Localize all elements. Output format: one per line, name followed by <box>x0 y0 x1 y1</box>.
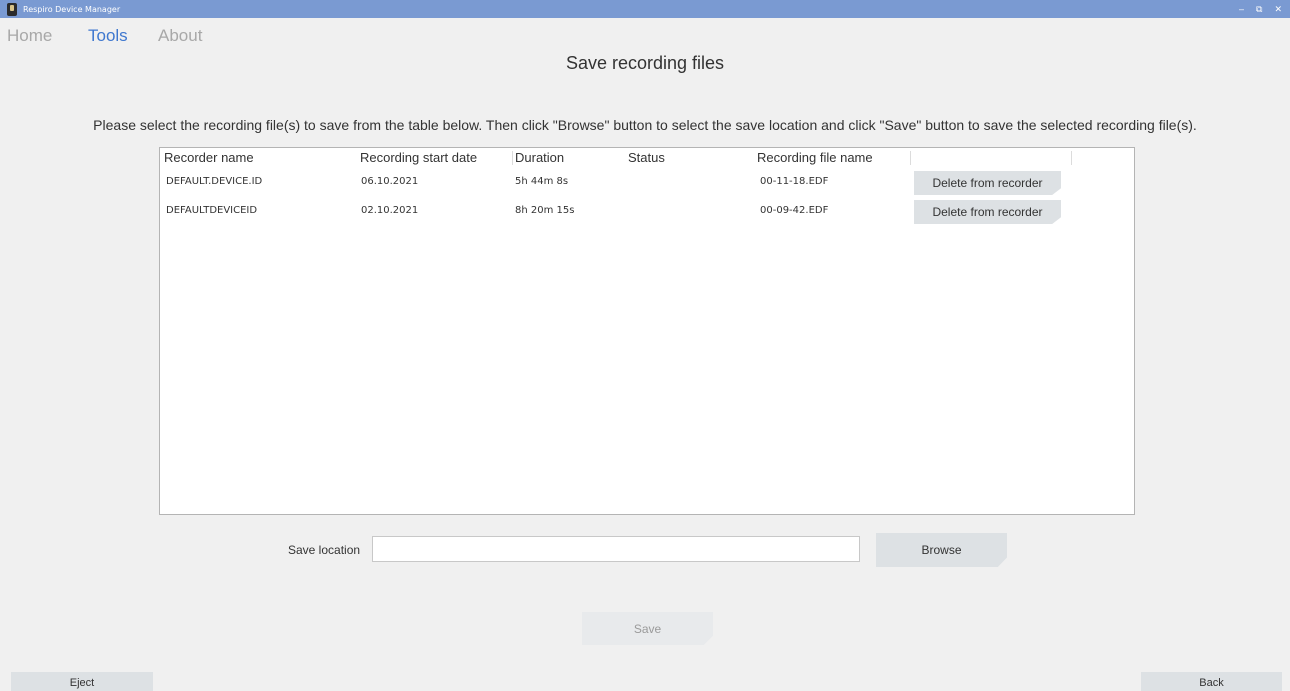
cell-file-name: 00-11-18.EDF <box>760 176 829 187</box>
table-row[interactable]: DEFAULTDEVICEID 02.10.2021 8h 20m 15s 00… <box>160 199 1134 225</box>
minimize-icon[interactable]: – <box>1239 0 1244 18</box>
delete-from-recorder-button[interactable]: Delete from recorder <box>914 171 1061 195</box>
header-recorder-name[interactable]: Recorder name <box>164 150 254 165</box>
header-file-name[interactable]: Recording file name <box>757 150 873 165</box>
restore-icon[interactable]: ⧉ <box>1256 0 1262 18</box>
menu-item-about[interactable]: About <box>158 26 202 46</box>
instructions-text: Please select the recording file(s) to s… <box>93 117 1197 133</box>
table-header: Recorder name Recording start date Durat… <box>160 148 1134 168</box>
save-location-input[interactable] <box>372 536 860 562</box>
eject-button[interactable]: Eject <box>11 672 153 691</box>
header-start-date[interactable]: Recording start date <box>360 150 477 165</box>
cell-file-name: 00-09-42.EDF <box>760 205 829 216</box>
column-separator[interactable] <box>512 151 513 165</box>
cell-start-date: 06.10.2021 <box>361 176 419 187</box>
page-title: Save recording files <box>565 53 725 73</box>
window-controls: – ⧉ ✕ <box>1239 0 1282 18</box>
header-status[interactable]: Status <box>628 150 665 165</box>
cell-duration: 5h 44m 8s <box>515 176 569 187</box>
recordings-table: Recorder name Recording start date Durat… <box>159 147 1135 515</box>
cell-recorder-name: DEFAULTDEVICEID <box>166 205 258 216</box>
menu-item-tools[interactable]: Tools <box>88 26 128 46</box>
column-separator[interactable] <box>1071 151 1072 165</box>
cell-start-date: 02.10.2021 <box>361 205 419 216</box>
back-button[interactable]: Back <box>1141 672 1282 691</box>
app-icon <box>7 2 17 16</box>
column-separator[interactable] <box>910 151 911 165</box>
table-row[interactable]: DEFAULT.DEVICE.ID 06.10.2021 5h 44m 8s 0… <box>160 170 1134 196</box>
cell-duration: 8h 20m 15s <box>515 205 575 216</box>
close-icon[interactable]: ✕ <box>1274 0 1282 18</box>
header-duration[interactable]: Duration <box>515 150 564 165</box>
save-button[interactable]: Save <box>582 612 713 645</box>
title-bar: Respiro Device Manager – ⧉ ✕ <box>0 0 1290 18</box>
menu-item-home[interactable]: Home <box>7 26 52 46</box>
save-location-label: Save location <box>288 543 361 557</box>
delete-from-recorder-button[interactable]: Delete from recorder <box>914 200 1061 224</box>
cell-recorder-name: DEFAULT.DEVICE.ID <box>166 176 263 187</box>
window-title: Respiro Device Manager <box>23 4 121 14</box>
browse-button[interactable]: Browse <box>876 533 1007 567</box>
